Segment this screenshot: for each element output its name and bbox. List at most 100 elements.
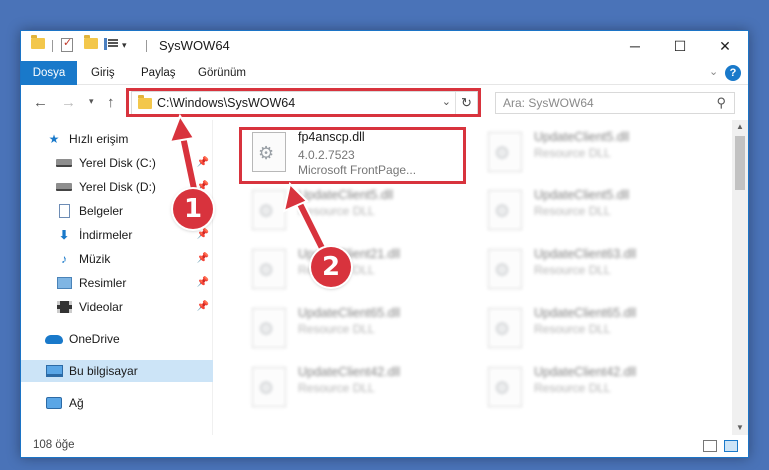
file-tile[interactable]: UpdateClient5.dll Resource DLL [480, 184, 700, 236]
cloud-icon [45, 331, 63, 347]
sidebar-item-label: İndirmeler [79, 228, 133, 242]
back-arrow-icon[interactable]: ← [33, 94, 48, 111]
minimize-button[interactable]: ─ [612, 31, 658, 61]
sidebar-item-videos[interactable]: Videolar 📌 [21, 296, 213, 318]
scroll-thumb[interactable] [735, 136, 745, 190]
maximize-button[interactable]: ☐ [657, 31, 703, 61]
sidebar-item-this-pc[interactable]: Bu bilgisayar [21, 360, 213, 382]
sidebar-item-label: Ağ [69, 396, 84, 410]
dll-file-icon [488, 308, 522, 348]
file-name: fp4anscp.dll [298, 130, 365, 144]
new-folder-icon[interactable] [84, 35, 98, 49]
file-tile[interactable]: UpdateClient5.dll Resource DLL [480, 126, 700, 178]
search-input[interactable]: Ara: SysWOW64 ⚲ [495, 92, 735, 114]
file-name: UpdateClient65.dll [298, 306, 401, 320]
sidebar-item-local-disk-c[interactable]: Yerel Disk (C:) 📌 [21, 152, 213, 174]
sidebar-item-network[interactable]: Ağ [21, 392, 213, 414]
sidebar-item-label: Bu bilgisayar [69, 364, 138, 378]
sidebar-item-pictures[interactable]: Resimler 📌 [21, 272, 213, 294]
sidebar-item-label: Yerel Disk (C:) [79, 156, 156, 170]
sidebar-item-label: Yerel Disk (D:) [79, 180, 156, 194]
window-title: SysWOW64 [159, 38, 230, 53]
explorer-window: ▾ SysWOW64 ─ ☐ ✕ Dosya Giriş Paylaş Görü… [20, 30, 749, 458]
expand-ribbon-icon[interactable]: ⌄ [709, 65, 718, 78]
star-icon: ★ [48, 132, 60, 146]
separator [146, 40, 147, 52]
sidebar-item-onedrive[interactable]: OneDrive [21, 328, 213, 350]
tab-share[interactable]: Paylaş [141, 61, 176, 85]
ribbon-tabs: Dosya Giriş Paylaş Görünüm ⌄ ? [21, 61, 748, 85]
tab-home[interactable]: Giriş [91, 61, 115, 85]
maximize-icon: ☐ [673, 37, 687, 54]
file-version: 4.0.2.7523 [298, 148, 355, 162]
tab-file[interactable]: Dosya [21, 61, 77, 85]
sidebar-item-label: Müzik [79, 252, 111, 266]
sidebar-item-label: Belgeler [79, 204, 124, 218]
file-tile[interactable]: UpdateClient5.dll Resource DLL [244, 184, 464, 236]
help-icon[interactable]: ? [725, 65, 741, 81]
file-tile[interactable]: UpdateClient21.dll Resource DLL [244, 243, 464, 295]
file-type: Resource DLL [534, 263, 611, 277]
dll-file-icon [488, 132, 522, 172]
file-tile[interactable]: UpdateClient42.dll Resource DLL [244, 361, 464, 413]
search-icon[interactable]: ⚲ [716, 95, 726, 111]
sidebar-item-quick-access[interactable]: ★ Hızlı erişim [21, 128, 213, 150]
navigation-pane: ★ Hızlı erişim Yerel Disk (C:) 📌 Yerel D… [21, 120, 213, 435]
refresh-icon[interactable]: ↻ [455, 92, 477, 114]
chevron-down-icon[interactable]: ⌄ [442, 95, 451, 108]
file-tile[interactable]: fp4anscp.dll 4.0.2.7523 Microsoft FrontP… [244, 126, 464, 178]
pin-icon[interactable]: 📌 [197, 157, 209, 168]
recent-locations-icon[interactable]: ▾ [89, 96, 94, 107]
dll-file-icon [252, 132, 286, 172]
file-type: Resource DLL [534, 204, 611, 218]
minimize-icon: ─ [630, 38, 640, 54]
file-type: Resource DLL [298, 381, 375, 395]
vertical-scrollbar[interactable]: ▲ ▼ [732, 120, 748, 435]
scroll-up-icon[interactable]: ▲ [732, 120, 748, 134]
file-name: UpdateClient65.dll [534, 306, 637, 320]
search-placeholder: Ara: SysWOW64 [503, 96, 594, 110]
forward-arrow-icon[interactable]: → [61, 94, 76, 111]
network-icon [45, 395, 63, 411]
download-icon: ⬇ [58, 228, 70, 242]
drive-icon [55, 155, 73, 171]
file-list: fp4anscp.dll 4.0.2.7523 Microsoft FrontP… [214, 120, 732, 435]
file-tile[interactable]: UpdateClient65.dll Resource DLL [480, 302, 700, 354]
file-tile[interactable]: UpdateClient42.dll Resource DLL [480, 361, 700, 413]
address-path[interactable]: C:\Windows\SysWOW64 [157, 96, 295, 110]
picture-icon [55, 275, 73, 291]
tab-view[interactable]: Görünüm [198, 61, 246, 85]
document-icon [55, 203, 73, 219]
file-type: Resource DLL [534, 322, 611, 336]
close-icon: ✕ [719, 37, 731, 54]
file-description: Microsoft FrontPage... [298, 163, 417, 177]
view-icon[interactable] [104, 38, 118, 50]
file-type: Resource DLL [298, 204, 375, 218]
step-marker-2: 2 [311, 247, 351, 287]
file-name: UpdateClient5.dll [534, 130, 630, 144]
close-button[interactable]: ✕ [702, 31, 748, 61]
navigation-bar: ← → ▾ ↑ C:\Windows\SysWOW64 ⌄ ↻ Ara: Sys… [21, 86, 748, 120]
up-arrow-icon[interactable]: ↑ [107, 94, 115, 111]
pin-icon[interactable]: 📌 [197, 253, 209, 264]
file-tile[interactable]: UpdateClient65.dll Resource DLL [244, 302, 464, 354]
drive-icon [55, 179, 73, 195]
properties-icon[interactable] [61, 36, 73, 52]
status-bar: 108 öğe [21, 435, 748, 457]
sidebar-item-music[interactable]: ♪ Müzik 📌 [21, 248, 213, 270]
customize-toolbar-icon[interactable]: ▾ [122, 40, 127, 51]
scroll-down-icon[interactable]: ▼ [732, 421, 748, 435]
address-bar[interactable]: C:\Windows\SysWOW64 ⌄ ↻ [131, 91, 478, 115]
sidebar-item-label: OneDrive [69, 332, 120, 346]
pin-icon[interactable]: 📌 [197, 277, 209, 288]
dll-file-icon [252, 249, 286, 289]
file-type: Resource DLL [534, 381, 611, 395]
pin-icon[interactable]: 📌 [197, 301, 209, 312]
tiles-view-icon[interactable] [724, 440, 738, 452]
file-name: UpdateClient5.dll [298, 188, 394, 202]
file-tile[interactable]: UpdateClient63.dll Resource DLL [480, 243, 700, 295]
pin-icon[interactable]: 📌 [197, 229, 209, 240]
separator [52, 40, 53, 52]
details-view-icon[interactable] [703, 440, 717, 452]
file-type: Resource DLL [298, 322, 375, 336]
